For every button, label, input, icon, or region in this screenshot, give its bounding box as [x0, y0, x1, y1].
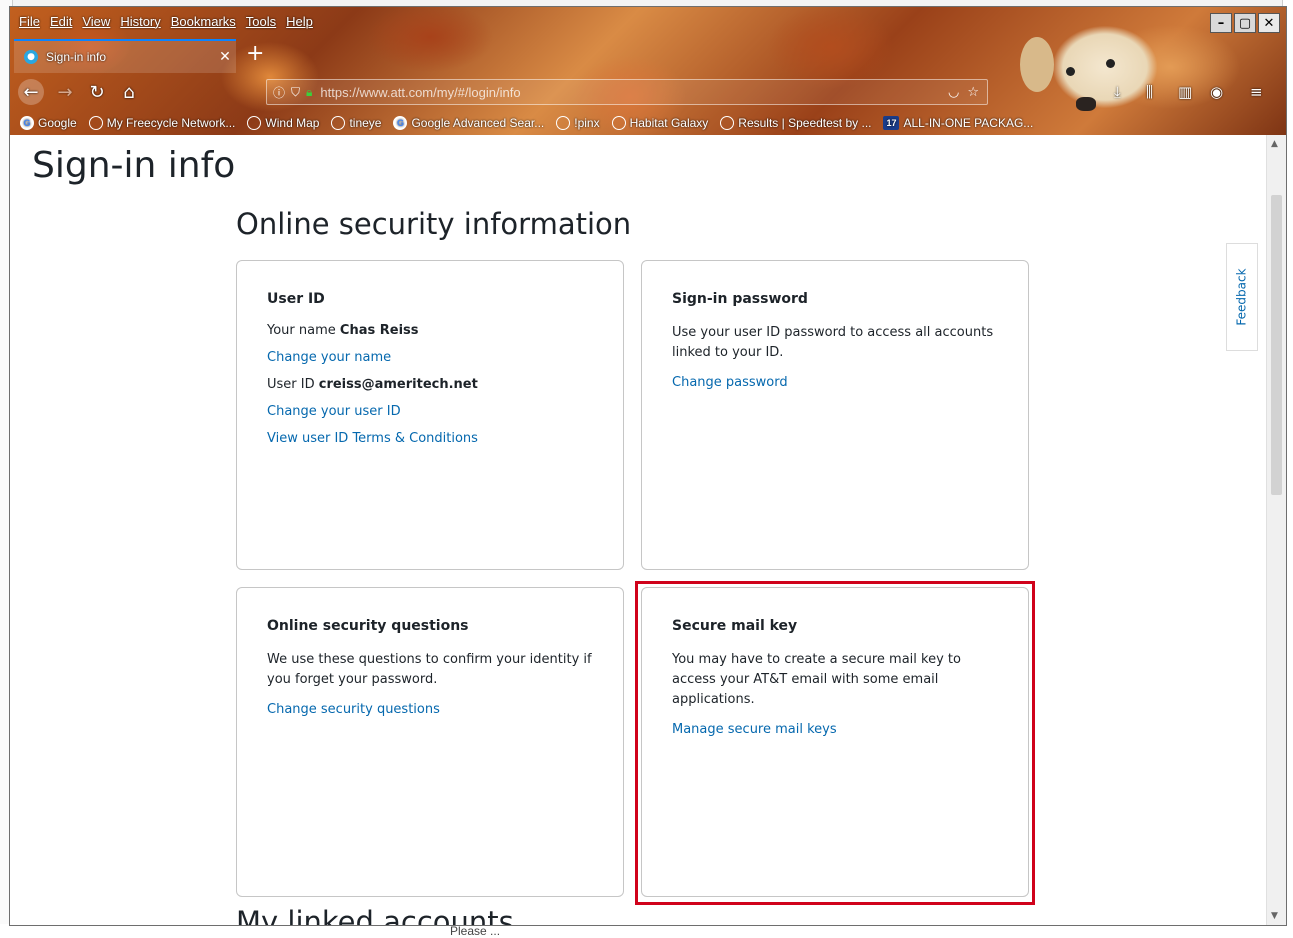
number-17-icon: 17: [883, 116, 900, 130]
bookmark-label: Wind Map: [265, 116, 320, 130]
background-text: Please ...: [450, 924, 501, 938]
user-id-card: User ID Your name Chas Reiss Change your…: [236, 260, 624, 570]
globe-icon: [720, 116, 735, 130]
menu-bar: File Edit View History Bookmarks Tools H…: [14, 11, 318, 33]
bookmark-tineye[interactable]: tineye: [331, 113, 381, 133]
bookmark-label: Results | Speedtest by ...: [738, 116, 872, 130]
bookmark-label: My Freecycle Network...: [106, 116, 236, 130]
menu-bookmarks[interactable]: Bookmarks: [166, 11, 241, 33]
close-window-button[interactable]: ✕: [1258, 13, 1280, 33]
scroll-up-arrow-icon[interactable]: ▲: [1271, 139, 1278, 149]
library-icon[interactable]: ⫼: [1146, 83, 1153, 101]
reload-button[interactable]: ↻: [84, 79, 110, 105]
new-tab-button[interactable]: +: [246, 43, 264, 65]
menu-file[interactable]: File: [14, 11, 45, 33]
linked-accounts-title: My linked accounts: [236, 905, 514, 925]
menu-edit[interactable]: Edit: [45, 11, 77, 33]
user-id-value: creiss@ameritech.net: [318, 377, 478, 392]
browser-window: File Edit View History Bookmarks Tools H…: [9, 6, 1287, 926]
bookmark-label: !pinx: [574, 116, 600, 130]
globe-icon: [556, 116, 571, 130]
card-title: Online security questions: [267, 618, 469, 634]
card-description: Use your user ID password to access all …: [672, 325, 994, 360]
back-button[interactable]: ←: [18, 79, 44, 105]
bookmark-speedtest[interactable]: Results | Speedtest by ...: [720, 113, 871, 133]
your-name-row: Your name Chas Reiss: [267, 323, 593, 338]
info-icon[interactable]: ⓘ: [273, 84, 285, 101]
feedback-tab[interactable]: Feedback: [1226, 243, 1258, 351]
url-text[interactable]: https://www.att.com/my/#/login/info: [320, 85, 948, 100]
menu-history[interactable]: History: [115, 11, 165, 33]
page-content: Sign-in info Online security information…: [10, 135, 1266, 925]
globe-icon: [247, 116, 262, 130]
maximize-button[interactable]: ▢: [1234, 13, 1256, 33]
page-title: Sign-in info: [32, 145, 236, 186]
scrollbar-thumb[interactable]: [1271, 195, 1282, 495]
bookmark-freecycle[interactable]: My Freecycle Network...: [88, 113, 236, 133]
tab-sign-in-info[interactable]: ● Sign-in info ✕: [14, 39, 236, 73]
pocket-icon[interactable]: ◡: [948, 85, 959, 100]
change-name-link[interactable]: Change your name: [267, 350, 593, 365]
name-value: Chas Reiss: [339, 323, 419, 338]
navigation-toolbar: ← → ↻ ⌂ ⓘ ⛉ 🔒︎ https://www.att.com/my/#/…: [10, 75, 1286, 109]
url-bar[interactable]: ⓘ ⛉ 🔒︎ https://www.att.com/my/#/login/in…: [266, 79, 988, 105]
menu-tools[interactable]: Tools: [241, 11, 281, 33]
terms-link[interactable]: View user ID Terms & Conditions: [267, 431, 593, 446]
card-title: User ID: [267, 291, 325, 307]
home-button[interactable]: ⌂: [116, 79, 142, 105]
bookmark-star-icon[interactable]: ☆: [967, 85, 979, 100]
close-tab-icon[interactable]: ✕: [214, 49, 236, 65]
hamburger-menu-icon[interactable]: ≡: [1250, 83, 1263, 101]
tab-strip: ● Sign-in info ✕ +: [10, 39, 1286, 73]
bookmark-all-in-one[interactable]: 17 ALL-IN-ONE PACKAG...: [883, 113, 1033, 133]
bookmark-label: ALL-IN-ONE PACKAG...: [903, 116, 1034, 130]
feedback-label: Feedback: [1235, 268, 1249, 326]
account-icon[interactable]: ◉: [1210, 83, 1223, 101]
bookmark-google-advanced[interactable]: G Google Advanced Sear...: [393, 113, 544, 133]
globe-icon: [611, 116, 626, 130]
att-globe-icon: ●: [24, 50, 38, 64]
lock-icon[interactable]: 🔒︎: [306, 85, 312, 100]
highlight-box: [635, 581, 1035, 905]
google-icon: G: [393, 116, 408, 130]
change-security-questions-link[interactable]: Change security questions: [267, 702, 593, 717]
bookmark-habitat-galaxy[interactable]: Habitat Galaxy: [611, 113, 709, 133]
google-icon: G: [20, 116, 34, 130]
minimize-button[interactable]: –: [1210, 13, 1232, 33]
change-password-link[interactable]: Change password: [672, 375, 998, 390]
forward-button[interactable]: →: [52, 79, 78, 105]
section-title: Online security information: [236, 207, 632, 241]
bookmark-label: Habitat Galaxy: [629, 116, 709, 130]
menu-view[interactable]: View: [77, 11, 115, 33]
sidebar-icon[interactable]: ▥: [1178, 83, 1192, 101]
bookmarks-toolbar: G Google My Freecycle Network... Wind Map…: [20, 113, 1033, 133]
name-label: Your name: [267, 323, 336, 338]
scroll-down-arrow-icon[interactable]: ▼: [1271, 911, 1278, 921]
bookmark-label: Google: [38, 116, 77, 130]
vertical-scrollbar[interactable]: ▲ ▼: [1266, 135, 1286, 925]
globe-icon: [331, 116, 346, 130]
tab-title: Sign-in info: [46, 50, 107, 64]
downloads-icon[interactable]: ⤓: [1114, 83, 1121, 101]
password-card: Sign-in password Use your user ID passwo…: [641, 260, 1029, 570]
window-controls: – ▢ ✕: [1210, 13, 1280, 33]
bookmark-wind-map[interactable]: Wind Map: [247, 113, 319, 133]
card-description: We use these questions to confirm your i…: [267, 652, 592, 687]
bookmark-label: tineye: [349, 116, 382, 130]
menu-help[interactable]: Help: [281, 11, 318, 33]
globe-icon: [88, 116, 103, 130]
bookmark-pinx[interactable]: !pinx: [556, 113, 600, 133]
tracking-shield-icon[interactable]: ⛉: [291, 85, 300, 100]
bookmark-label: Google Advanced Sear...: [411, 116, 545, 130]
user-id-row: User ID creiss@ameritech.net: [267, 377, 593, 392]
browser-theme-header: File Edit View History Bookmarks Tools H…: [10, 7, 1286, 135]
security-questions-card: Online security questions We use these q…: [236, 587, 624, 897]
card-title: Sign-in password: [672, 291, 808, 307]
user-id-label: User ID: [267, 377, 315, 392]
bookmark-google[interactable]: G Google: [20, 113, 77, 133]
change-user-id-link[interactable]: Change your user ID: [267, 404, 593, 419]
